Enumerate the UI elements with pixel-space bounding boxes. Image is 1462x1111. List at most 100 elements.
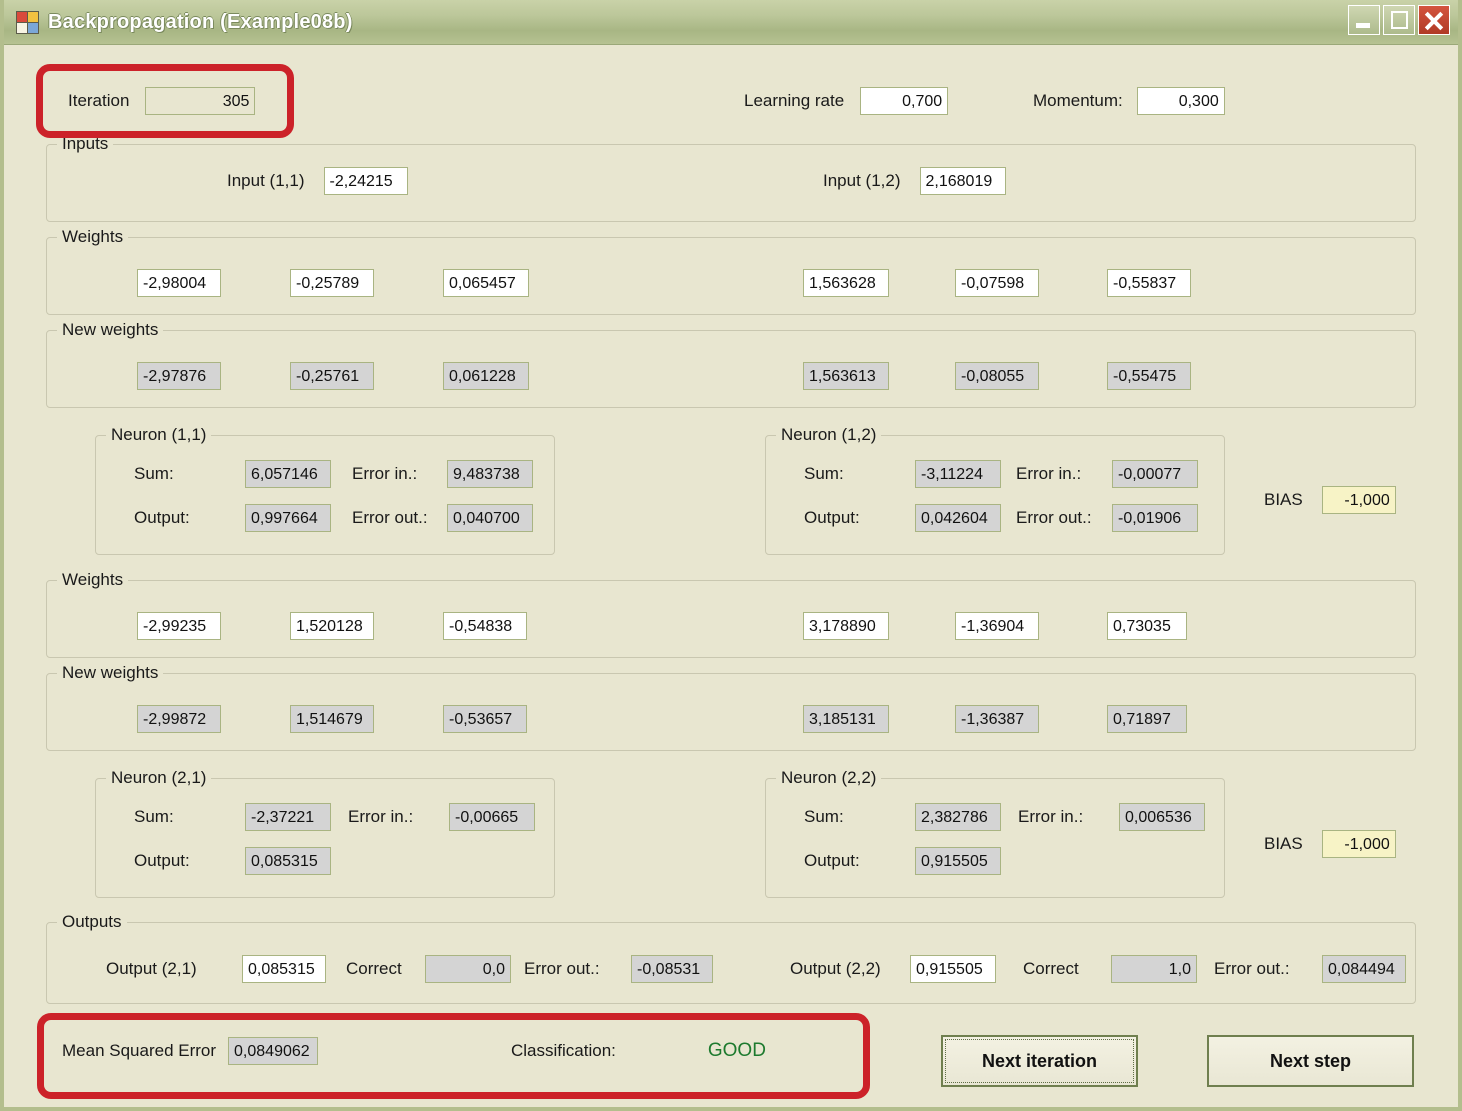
input-12-row: Input (1,2) 2,168019 (823, 167, 1006, 195)
minimize-button[interactable] (1348, 5, 1380, 35)
new-weights-1-group: New weights -2,97876 -0,25761 0,061228 1… (46, 320, 1416, 408)
weights-2-group-title: Weights (57, 570, 129, 590)
new-weight-2-l2: 1,514679 (290, 705, 374, 733)
correct-1-label: Correct (346, 959, 402, 978)
output-21-label: Output (2,1) (106, 959, 197, 978)
input-11-value[interactable]: -2,24215 (323, 167, 408, 195)
neuron-12-group-title: Neuron (1,2) (776, 425, 882, 445)
correct-2-value: 1,0 (1111, 955, 1197, 983)
weights-2-group: Weights -2,99235 1,520128 -0,54838 3,178… (46, 570, 1416, 658)
input-12-label: Input (1,2) (823, 171, 901, 190)
mse-row: Mean Squared Error 0,0849062 (62, 1037, 319, 1065)
bias-1-label: BIAS (1264, 490, 1303, 509)
learning-rate-label: Learning rate (744, 91, 845, 110)
weight-1-r2[interactable]: -0,07598 (955, 269, 1039, 297)
neuron-21-output-value: 0,085315 (245, 847, 331, 875)
neuron-11-output-label: Output: (134, 508, 190, 527)
bias-1-row: BIAS -1,000 (1264, 486, 1396, 514)
neuron-22-sum-label: Sum: (804, 807, 844, 826)
neuron-12-output-value: 0,042604 (915, 504, 1001, 532)
neuron-12-error-out-label: Error out.: (1016, 508, 1092, 527)
error-out-2-label: Error out.: (1214, 959, 1290, 978)
weight-2-l1[interactable]: -2,99235 (137, 612, 221, 640)
neuron-12-output-label: Output: (804, 508, 860, 527)
new-weights-2-group: New weights -2,99872 1,514679 -0,53657 3… (46, 663, 1416, 751)
outputs-group: Outputs Output (2,1) 0,085315 Correct 0,… (46, 912, 1416, 1004)
neuron-11-group-title: Neuron (1,1) (106, 425, 212, 445)
correct-2-label: Correct (1023, 959, 1079, 978)
classification-value: GOOD (707, 1040, 766, 1061)
new-weights-2-group-title: New weights (57, 663, 164, 683)
neuron-22-output-value: 0,915505 (915, 847, 1001, 875)
weight-1-l2[interactable]: -0,25789 (290, 269, 374, 297)
bias-1-value: -1,000 (1321, 486, 1396, 514)
neuron-11-error-out-value: 0,040700 (447, 504, 533, 532)
neuron-11-sum-value: 6,057146 (245, 460, 331, 488)
weight-2-r3[interactable]: 0,73035 (1107, 612, 1187, 640)
client-area: Iteration 305 Learning rate 0,700 Moment… (4, 45, 1458, 1107)
neuron-11-error-in-label: Error in.: (352, 464, 418, 483)
new-weight-1-r3: -0,55475 (1107, 362, 1191, 390)
momentum-input[interactable]: 0,300 (1136, 87, 1225, 115)
inputs-group-title: Inputs (57, 134, 114, 154)
neuron-11-error-in-value: 9,483738 (447, 460, 533, 488)
learning-rate-input[interactable]: 0,700 (860, 87, 949, 115)
new-weight-1-l1: -2,97876 (137, 362, 221, 390)
input-11-label: Input (1,1) (227, 171, 305, 190)
neuron-11-sum-label: Sum: (134, 464, 174, 483)
neuron-22-group: Neuron (2,2) Sum: 2,382786 Error in.: 0,… (765, 768, 1225, 898)
weight-1-r1[interactable]: 1,563628 (803, 269, 889, 297)
momentum-label: Momentum: (1033, 91, 1123, 110)
classification-row: Classification: GOOD (511, 1040, 766, 1062)
neuron-12-sum-value: -3,11224 (915, 460, 1001, 488)
new-weight-2-r1: 3,185131 (803, 705, 889, 733)
weight-2-l2[interactable]: 1,520128 (290, 612, 374, 640)
neuron-21-group: Neuron (2,1) Sum: -2,37221 Error in.: -0… (95, 768, 555, 898)
weight-1-l1[interactable]: -2,98004 (137, 269, 221, 297)
app-squares-icon (16, 11, 39, 34)
output-21-value[interactable]: 0,085315 (242, 955, 326, 983)
weight-2-r1[interactable]: 3,178890 (803, 612, 889, 640)
neuron-21-output-label: Output: (134, 851, 190, 870)
weight-1-r3[interactable]: -0,55837 (1107, 269, 1191, 297)
title-bar[interactable]: Backpropagation (Example08b) (4, 0, 1458, 45)
iteration-value: 305 (145, 87, 256, 115)
inputs-group: Inputs Input (1,1) -2,24215 Input (1,2) … (46, 134, 1416, 222)
output-22-value[interactable]: 0,915505 (910, 955, 996, 983)
window-controls (1348, 5, 1450, 35)
new-weights-1-group-title: New weights (57, 320, 164, 340)
window-frame: Backpropagation (Example08b) Iteration 3… (0, 0, 1462, 1111)
close-button[interactable] (1418, 5, 1450, 35)
neuron-21-group-title: Neuron (2,1) (106, 768, 212, 788)
next-step-button[interactable]: Next step (1207, 1035, 1414, 1087)
neuron-11-group: Neuron (1,1) Sum: 6,057146 Error in.: 9,… (95, 425, 555, 555)
maximize-button[interactable] (1383, 5, 1415, 35)
new-weight-1-r1: 1,563613 (803, 362, 889, 390)
learning-rate-row: Learning rate 0,700 (744, 87, 949, 115)
neuron-21-error-in-label: Error in.: (348, 807, 414, 826)
mse-value: 0,0849062 (228, 1037, 319, 1065)
new-weight-2-r2: -1,36387 (955, 705, 1039, 733)
application-window: Backpropagation (Example08b) Iteration 3… (0, 0, 1462, 1111)
weight-2-l3[interactable]: -0,54838 (443, 612, 527, 640)
weight-1-l3[interactable]: 0,065457 (443, 269, 529, 297)
weight-2-r2[interactable]: -1,36904 (955, 612, 1039, 640)
new-weight-1-l2: -0,25761 (290, 362, 374, 390)
neuron-11-output-value: 0,997664 (245, 504, 331, 532)
neuron-21-sum-label: Sum: (134, 807, 174, 826)
classification-label: Classification: (511, 1041, 616, 1060)
weights-1-group: Weights -2,98004 -0,25789 0,065457 1,563… (46, 227, 1416, 315)
neuron-22-error-in-label: Error in.: (1018, 807, 1084, 826)
input-12-value[interactable]: 2,168019 (919, 167, 1006, 195)
new-weight-1-r2: -0,08055 (955, 362, 1039, 390)
neuron-12-sum-label: Sum: (804, 464, 844, 483)
iteration-row: Iteration 305 (68, 87, 256, 115)
next-step-label: Next step (1269, 1050, 1352, 1071)
new-weight-2-l3: -0,53657 (443, 705, 527, 733)
neuron-22-output-label: Output: (804, 851, 860, 870)
mse-label: Mean Squared Error (62, 1041, 217, 1060)
input-11-row: Input (1,1) -2,24215 (227, 167, 408, 195)
next-iteration-button[interactable]: Next iteration (941, 1035, 1138, 1087)
focus-outline (945, 1039, 1134, 1083)
new-weight-2-r3: 0,71897 (1107, 705, 1187, 733)
